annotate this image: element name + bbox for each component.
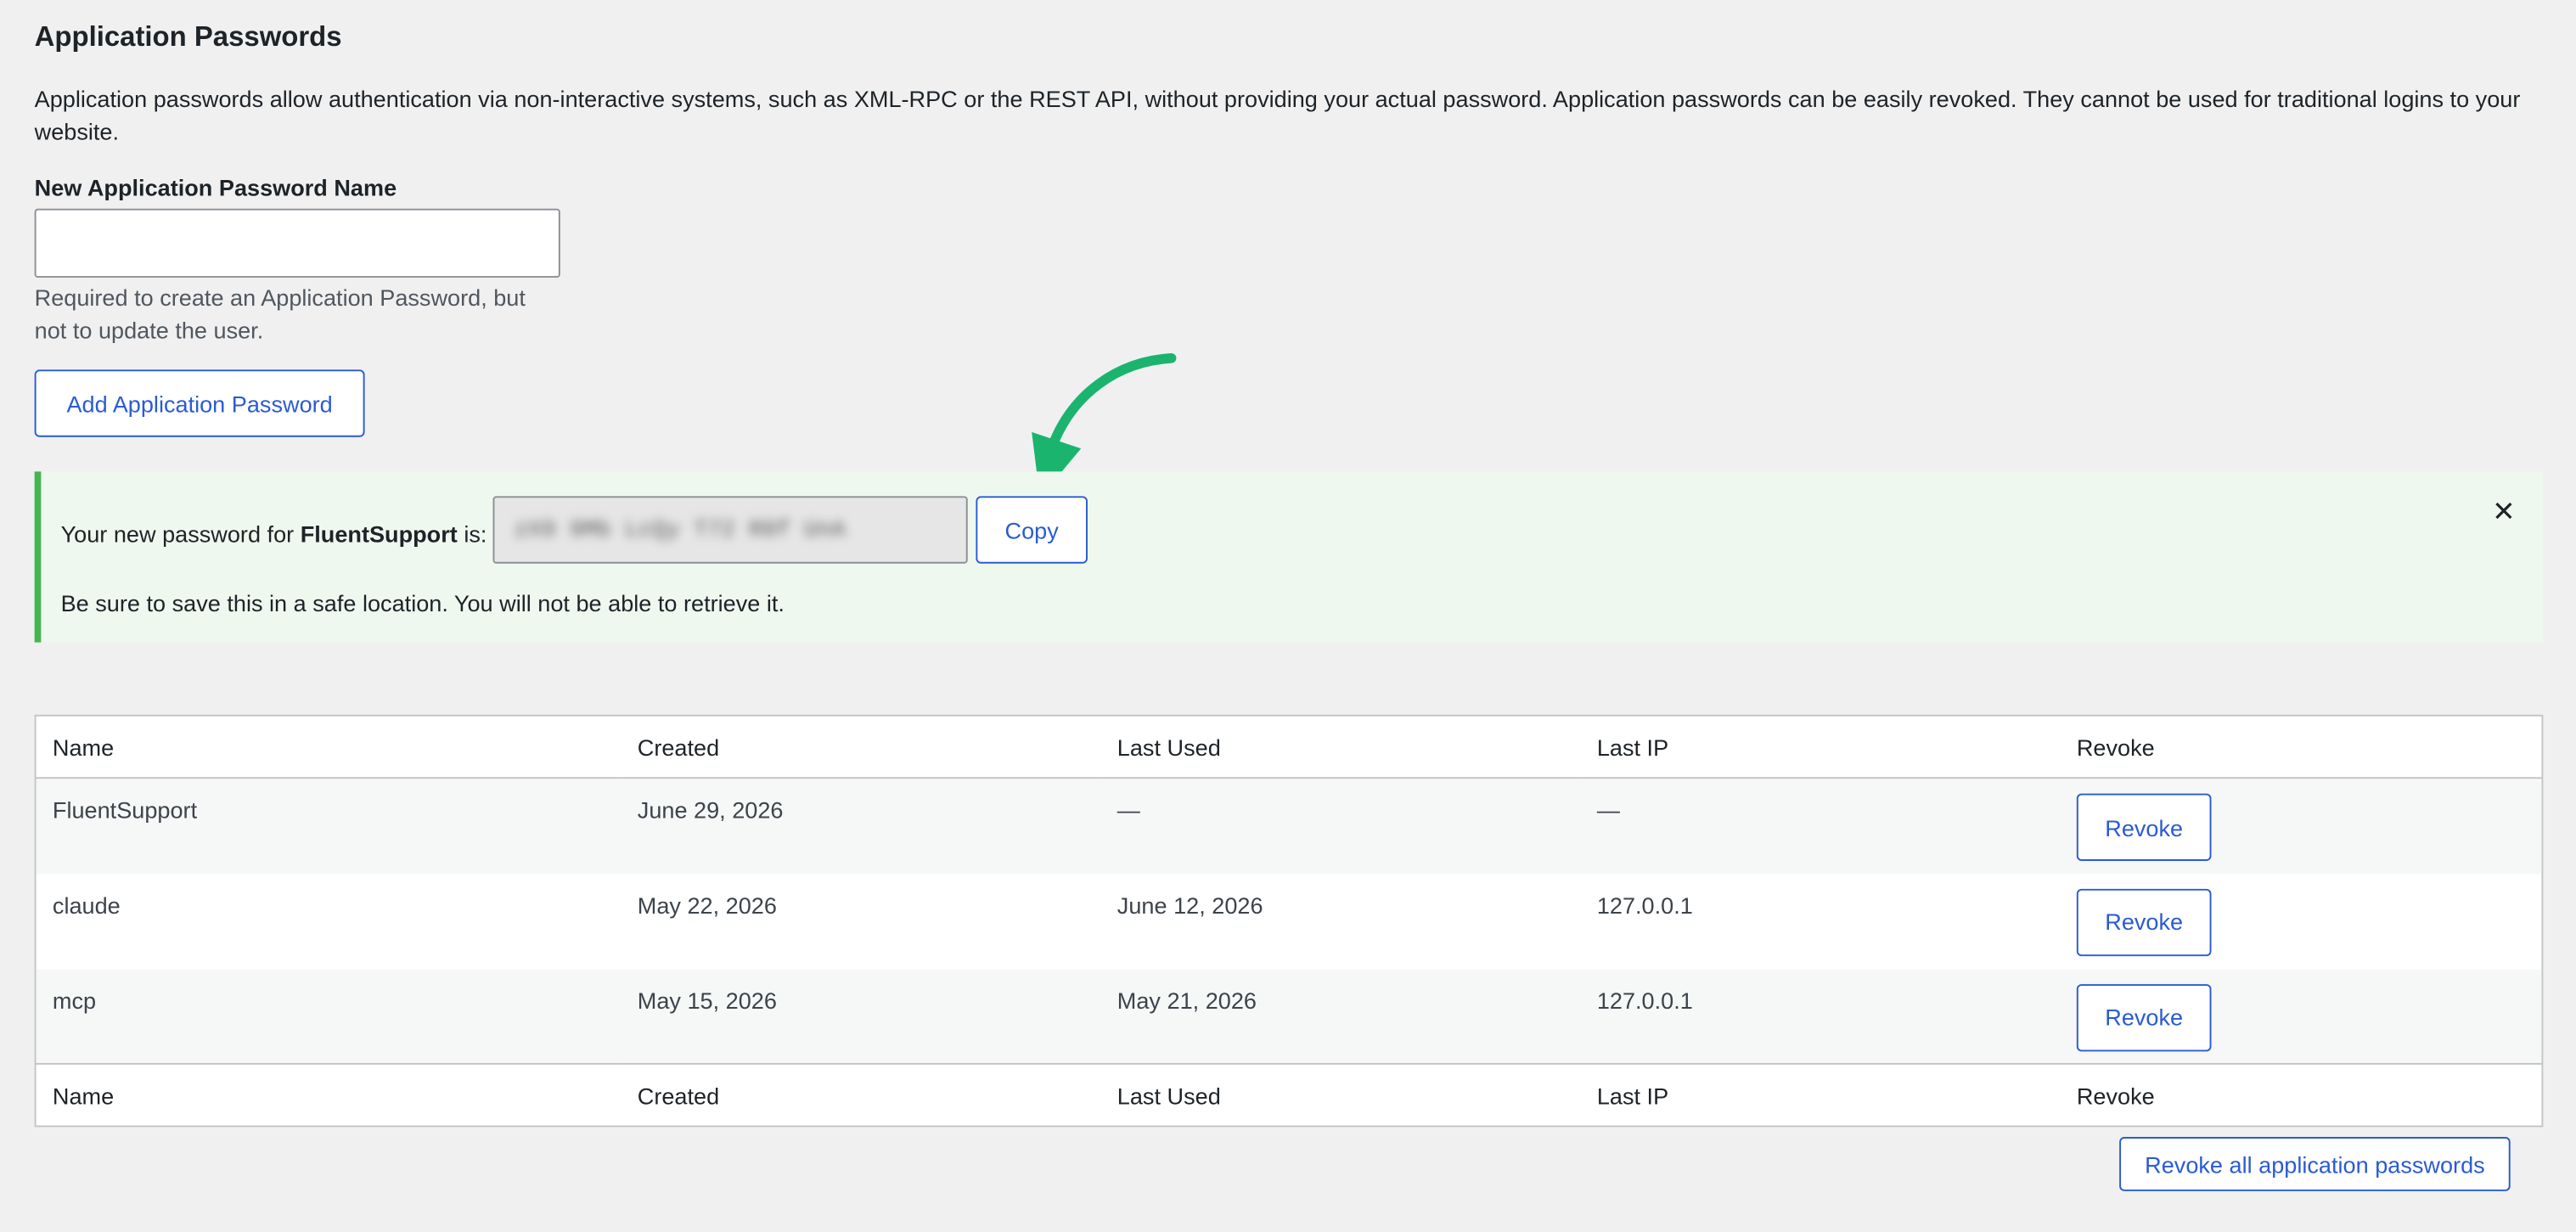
table-row: FluentSupport June 29, 2026 — — Revoke [36, 778, 2542, 874]
cell-created: May 22, 2026 [637, 891, 777, 918]
application-passwords-section: Application Passwords Application passwo… [0, 0, 2576, 1232]
notice-app-name: FluentSupport [300, 520, 458, 548]
application-password-name-input[interactable] [34, 208, 560, 278]
application-passwords-table: Name Created Last Used Last IP Revoke Fl… [34, 714, 2544, 1128]
column-header-last-ip: Last IP [1596, 733, 1669, 760]
cell-last-used: May 21, 2026 [1116, 986, 1257, 1013]
revoke-all-button[interactable]: Revoke all application passwords [2119, 1137, 2511, 1191]
column-footer-name: Name [52, 1082, 115, 1109]
notice-suffix: is: [457, 520, 487, 548]
name-field-help-text: Required to create an Application Passwo… [34, 284, 526, 344]
new-password-field[interactable]: zX9 9Mb LcQy T72 R8f UnA [492, 496, 968, 564]
column-header-last-used: Last Used [1116, 733, 1221, 760]
table-footer-row: Name Created Last Used Last IP Revoke [36, 1063, 2542, 1126]
column-header-name: Name [52, 733, 115, 760]
cell-name: mcp [52, 986, 97, 1013]
revoke-button[interactable]: Revoke [2076, 887, 2212, 956]
page-title: Application Passwords [34, 21, 342, 53]
column-header-revoke: Revoke [2076, 733, 2155, 760]
add-application-password-button[interactable]: Add Application Password [34, 369, 365, 437]
column-footer-created: Created [637, 1082, 720, 1109]
cell-created: May 15, 2026 [637, 986, 777, 1013]
cell-revoke: Revoke [2060, 778, 2541, 873]
column-footer-revoke: Revoke [2076, 1082, 2155, 1109]
revoke-button[interactable]: Revoke [2076, 793, 2212, 861]
table-row: mcp May 15, 2026 May 21, 2026 127.0.0.1 … [36, 968, 2542, 1064]
cell-last-ip: 127.0.0.1 [1596, 891, 1693, 918]
column-footer-last-used: Last Used [1116, 1082, 1221, 1109]
new-password-notice: Your new password for FluentSupport is: … [34, 471, 2544, 643]
cell-revoke: Revoke [2060, 873, 2541, 968]
cell-name: claude [52, 891, 121, 918]
cell-revoke: Revoke [2060, 969, 2541, 1064]
revoke-button[interactable]: Revoke [2076, 983, 2212, 1051]
save-warning-text: Be sure to save this in a safe location.… [60, 589, 785, 616]
table-row: claude May 22, 2026 June 12, 2026 127.0.… [37, 873, 2542, 968]
name-field-label: New Application Password Name [34, 174, 397, 201]
cell-last-used: June 12, 2026 [1116, 891, 1263, 918]
notice-prefix: Your new password for [60, 520, 301, 548]
cell-name: FluentSupport [52, 796, 198, 824]
new-password-message: Your new password for FluentSupport is: [61, 520, 487, 547]
cell-last-ip: — [1596, 796, 1620, 824]
column-footer-last-ip: Last IP [1596, 1082, 1669, 1109]
dismiss-icon[interactable]: ✕ [2488, 496, 2521, 529]
cell-last-used: — [1116, 796, 1140, 824]
column-header-created: Created [637, 733, 720, 760]
new-password-value: zX9 9Mb LcQy T72 R8f UnA [514, 516, 846, 543]
copy-button[interactable]: Copy [976, 496, 1088, 564]
table-header-row: Name Created Last Used Last IP Revoke [36, 717, 2542, 779]
section-description: Application passwords allow authenticati… [34, 85, 2521, 145]
cell-created: June 29, 2026 [637, 796, 784, 824]
cell-last-ip: 127.0.0.1 [1596, 986, 1693, 1013]
